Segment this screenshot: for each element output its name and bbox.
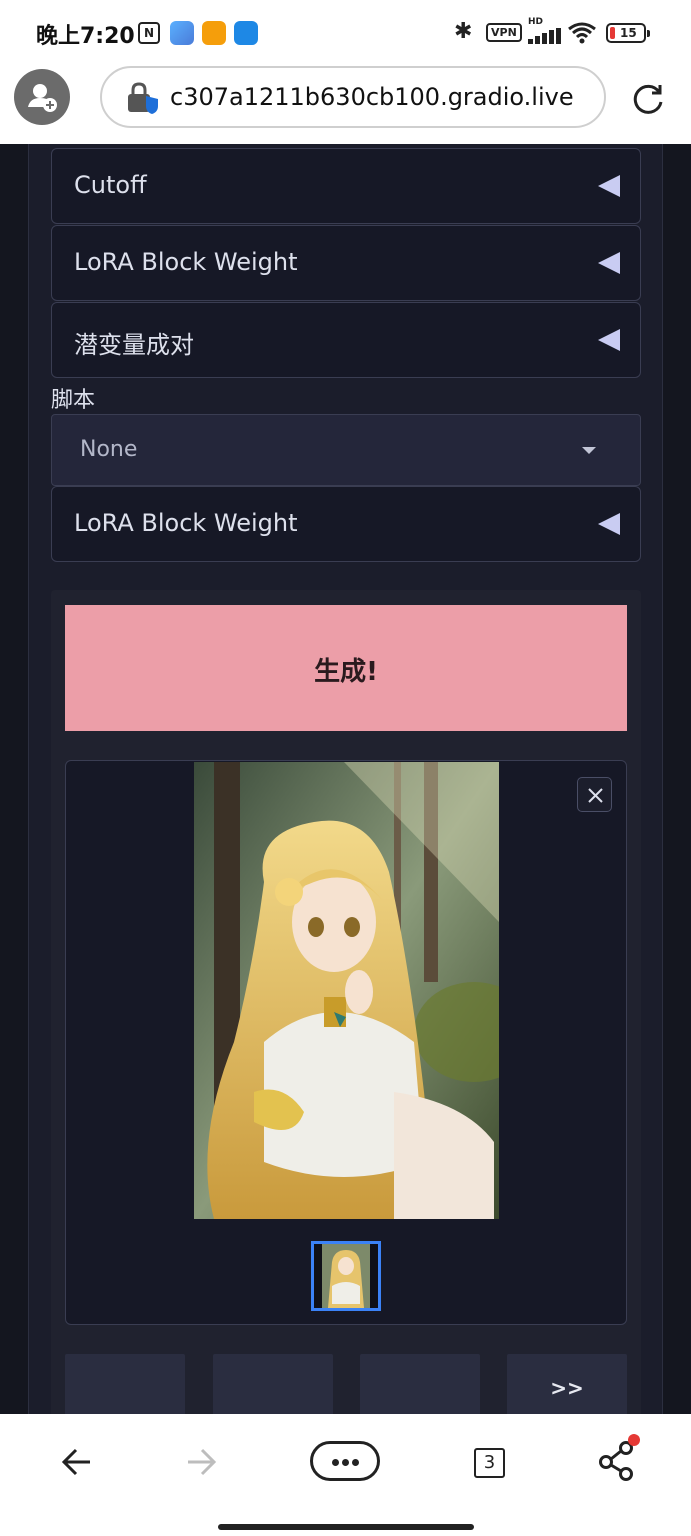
nfc-icon: N bbox=[138, 22, 160, 44]
close-icon bbox=[588, 788, 603, 803]
accordion-lora-block-weight-script[interactable]: LoRA Block Weight bbox=[51, 486, 641, 562]
close-button[interactable] bbox=[577, 777, 612, 812]
gallery-thumbnail[interactable] bbox=[311, 1241, 381, 1311]
profile-icon[interactable] bbox=[14, 69, 70, 125]
url-text: c307a1211b630cb100.gradio.live bbox=[170, 83, 574, 111]
accordion-lora-block-weight[interactable]: LoRA Block Weight bbox=[51, 225, 641, 301]
reload-icon[interactable] bbox=[630, 82, 666, 118]
address-bar: c307a1211b630cb100.gradio.live bbox=[0, 64, 691, 144]
forward-icon[interactable] bbox=[184, 1442, 218, 1482]
collapse-triangle-icon bbox=[598, 252, 620, 274]
hd-label: HD bbox=[528, 17, 544, 27]
accordion-label: LoRA Block Weight bbox=[74, 248, 298, 276]
action-button-2[interactable] bbox=[213, 1354, 333, 1414]
accordion-label: LoRA Block Weight bbox=[74, 509, 298, 537]
web-content: Cutoff LoRA Block Weight 潜变量成对 脚本 None L… bbox=[0, 144, 691, 1414]
back-icon[interactable] bbox=[60, 1442, 94, 1482]
collapse-triangle-icon bbox=[598, 329, 620, 351]
action-button-label: >> bbox=[550, 1376, 584, 1400]
accordion-cutoff[interactable]: Cutoff bbox=[51, 148, 641, 224]
generate-button[interactable]: 生成! bbox=[65, 605, 627, 731]
generate-button-label: 生成! bbox=[314, 657, 378, 687]
bluetooth-icon: ✱ bbox=[454, 19, 473, 44]
status-bar: 晚上7:20 N ✱ VPN HD 15 bbox=[0, 0, 691, 64]
app-icon bbox=[202, 21, 226, 45]
send-to-button[interactable]: >> bbox=[507, 1354, 627, 1414]
thumbnail-image bbox=[322, 1244, 370, 1308]
action-button-1[interactable] bbox=[65, 1354, 185, 1414]
action-button-3[interactable] bbox=[360, 1354, 480, 1414]
url-field[interactable]: c307a1211b630cb100.gradio.live bbox=[100, 66, 606, 128]
accordion-latent-couple[interactable]: 潜变量成对 bbox=[51, 302, 641, 378]
wifi-icon bbox=[568, 22, 596, 44]
share-icon[interactable] bbox=[598, 1434, 644, 1482]
accordion-label: 潜变量成对 bbox=[74, 331, 194, 359]
browser-nav-bar: 3 bbox=[0, 1414, 691, 1536]
app-icon bbox=[234, 21, 258, 45]
script-dropdown[interactable]: None bbox=[51, 414, 641, 486]
generated-image[interactable] bbox=[194, 762, 499, 1219]
clock: 晚上7:20 bbox=[36, 24, 135, 49]
more-button[interactable] bbox=[310, 1441, 380, 1481]
collapse-triangle-icon bbox=[598, 513, 620, 535]
battery-icon: 15 bbox=[606, 23, 650, 43]
battery-level: 15 bbox=[620, 26, 637, 40]
home-indicator bbox=[218, 1524, 474, 1530]
signal-icon bbox=[528, 28, 562, 44]
app-icon bbox=[170, 21, 194, 45]
script-label: 脚本 bbox=[51, 388, 96, 413]
collapse-triangle-icon bbox=[598, 175, 620, 197]
accordion-label: Cutoff bbox=[74, 171, 147, 199]
script-selected-value: None bbox=[80, 437, 138, 462]
vpn-icon: VPN bbox=[486, 23, 522, 42]
image-gallery bbox=[65, 760, 627, 1325]
tabs-button[interactable]: 3 bbox=[474, 1448, 505, 1478]
chevron-down-icon bbox=[582, 447, 596, 454]
lock-icon bbox=[128, 82, 158, 114]
